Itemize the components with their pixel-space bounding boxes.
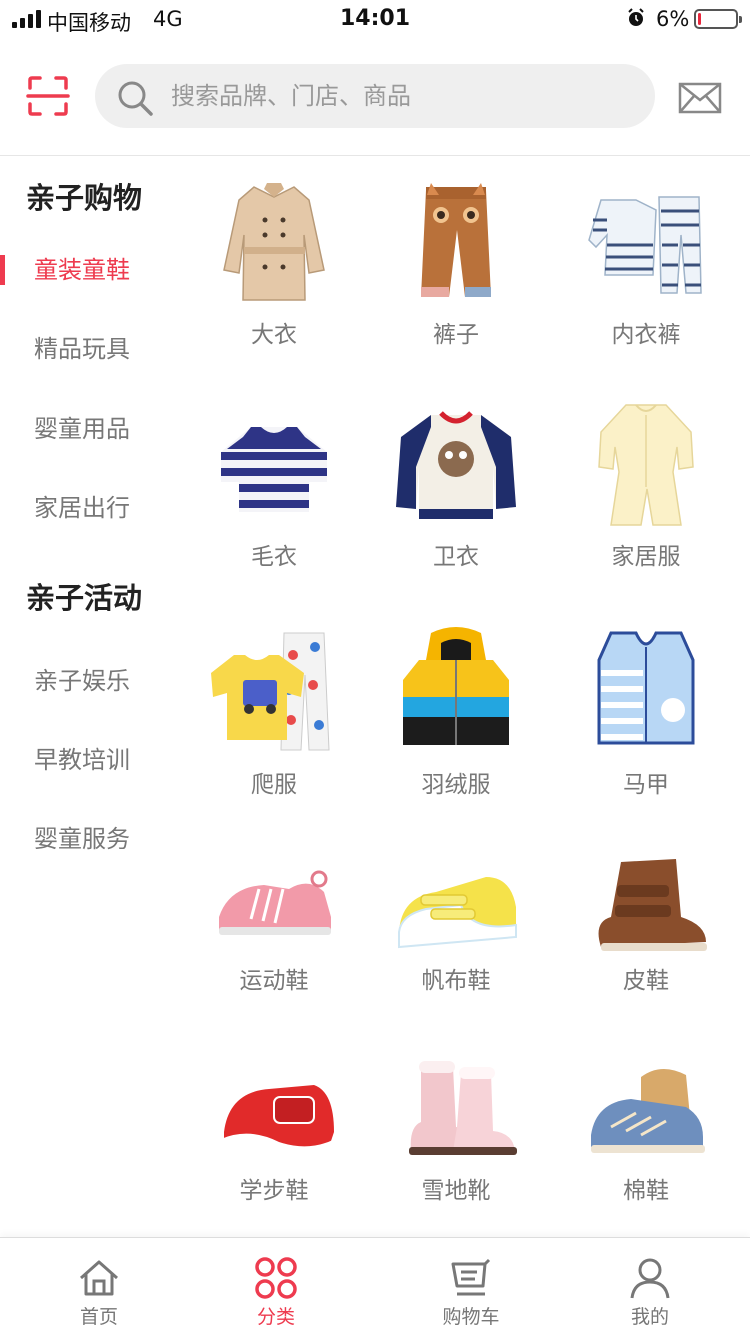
grid-item-sweater[interactable]: 毛衣 (184, 379, 364, 579)
search-icon (118, 81, 153, 116)
grid-item-coat[interactable]: 大衣 (184, 157, 364, 357)
category-icon (255, 1257, 297, 1299)
snow-boot-icon (409, 1061, 517, 1155)
tab-profile[interactable]: 我的 (570, 1238, 730, 1334)
grid-item-label: 帆布鞋 (421, 968, 491, 994)
home-icon (80, 1260, 118, 1296)
grid-item-label: 裤子 (433, 322, 479, 348)
scan-icon[interactable] (26, 74, 70, 118)
mail-icon[interactable] (678, 82, 722, 114)
search-input[interactable] (171, 72, 631, 120)
grid-item-cotton-shoe[interactable]: 棉鞋 (556, 1029, 736, 1229)
grid-item-toddler-shoe[interactable]: 学步鞋 (184, 1029, 364, 1229)
grid-item-hoodie[interactable]: 卫衣 (366, 379, 546, 579)
grid-item-label: 卫衣 (433, 544, 479, 570)
grid-item-label: 马甲 (623, 772, 669, 798)
down-jacket-icon (403, 627, 509, 745)
grid-item-pants[interactable]: 裤子 (366, 157, 546, 357)
grid-item-vest[interactable]: 马甲 (556, 607, 736, 807)
underwear-icon (588, 196, 702, 294)
hoodie-icon (396, 411, 516, 519)
sidebar-item-toys[interactable]: 精品玩具 (0, 319, 190, 379)
header-bar (0, 40, 750, 156)
group-title-shopping: 亲子购物 (26, 181, 143, 215)
grid-item-label: 家居服 (611, 544, 681, 570)
battery-icon (694, 9, 742, 29)
grid-item-label: 雪地靴 (421, 1178, 491, 1204)
homewear-icon (598, 404, 694, 526)
grid-item-romper[interactable]: 爬服 (184, 607, 364, 807)
battery-percent: 6% (656, 7, 690, 31)
trench-coat-icon (223, 183, 325, 301)
grid-item-leather-shoe[interactable]: 皮鞋 (556, 819, 736, 1019)
sidebar-item-entertainment[interactable]: 亲子娱乐 (0, 651, 190, 711)
romper-icon (211, 632, 330, 751)
product-category-grid: 大衣 裤子 内衣裤 毛衣 卫衣 家居服 爬服 羽绒服 马甲 运动鞋 帆布鞋 皮鞋… (184, 157, 750, 1237)
search-bar[interactable] (95, 64, 655, 128)
tab-category[interactable]: 分类 (196, 1238, 356, 1334)
grid-item-snow-boot[interactable]: 雪地靴 (366, 1029, 546, 1229)
sweater-icon (221, 427, 327, 512)
cart-icon (451, 1258, 491, 1296)
grid-item-label: 运动鞋 (239, 968, 309, 994)
cotton-shoe-icon (591, 1068, 705, 1153)
sidebar-item-baby-supplies[interactable]: 婴童用品 (0, 399, 190, 459)
toddler-shoe-icon (221, 1085, 335, 1151)
sidebar-item-baby-services[interactable]: 婴童服务 (0, 809, 190, 869)
category-sidebar: 亲子购物 童装童鞋 精品玩具 婴童用品 家居出行 亲子活动 亲子娱乐 早教培训 … (0, 157, 190, 1237)
alarm-icon (628, 8, 644, 26)
tab-label: 首页 (79, 1306, 118, 1328)
grid-item-label: 毛衣 (251, 544, 297, 570)
vest-icon (597, 631, 695, 745)
group-title-activities: 亲子活动 (26, 581, 143, 615)
status-bar: 中国移动 4G 14:01 6% (0, 0, 750, 40)
grid-item-label: 学步鞋 (239, 1178, 309, 1204)
bottom-tab-bar: 首页 分类 购物车 我的 (0, 1237, 750, 1334)
user-icon (630, 1258, 670, 1299)
pants-icon (421, 183, 491, 297)
grid-item-homewear[interactable]: 家居服 (556, 379, 736, 579)
leather-shoe-icon (598, 859, 707, 951)
tab-home[interactable]: 首页 (19, 1238, 179, 1334)
grid-item-label: 爬服 (251, 772, 297, 798)
grid-item-label: 羽绒服 (421, 772, 491, 798)
grid-item-sneaker[interactable]: 运动鞋 (184, 819, 364, 1019)
sidebar-item-home-travel[interactable]: 家居出行 (0, 478, 190, 538)
tab-label: 购物车 (442, 1306, 500, 1328)
grid-item-label: 大衣 (251, 322, 297, 348)
grid-item-label: 内衣裤 (611, 322, 681, 348)
canvas-shoe-icon (398, 877, 517, 949)
grid-item-label: 棉鞋 (623, 1178, 669, 1204)
grid-item-underwear[interactable]: 内衣裤 (556, 157, 736, 357)
grid-item-label: 皮鞋 (623, 968, 669, 994)
tab-cart[interactable]: 购物车 (391, 1238, 551, 1334)
grid-item-down-jacket[interactable]: 羽绒服 (366, 607, 546, 807)
sidebar-item-early-education[interactable]: 早教培训 (0, 730, 190, 790)
grid-item-canvas-shoe[interactable]: 帆布鞋 (366, 819, 546, 1019)
tab-label: 我的 (630, 1306, 669, 1328)
sidebar-item-kids-clothing[interactable]: 童装童鞋 (0, 240, 190, 300)
tab-label: 分类 (256, 1306, 295, 1328)
sneaker-icon (219, 870, 331, 935)
